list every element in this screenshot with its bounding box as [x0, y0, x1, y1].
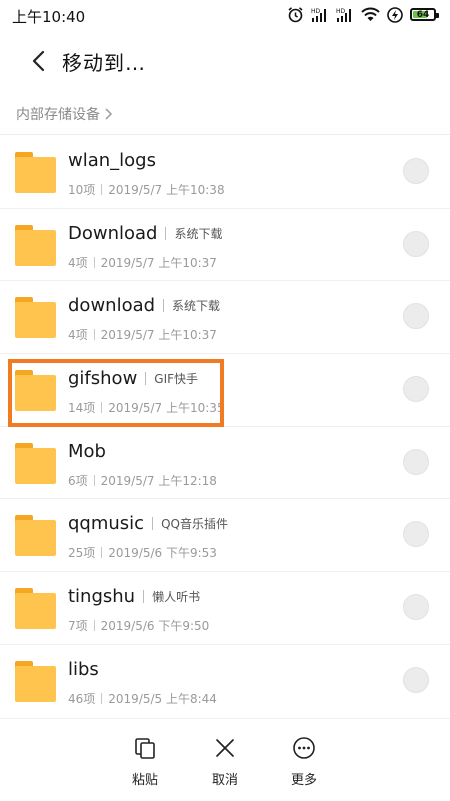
modified-date: 2019/5/7 上午10:37 — [100, 328, 217, 343]
item-count: 46项 — [68, 691, 96, 706]
item-count: 7项 — [68, 619, 88, 634]
header: 移动到… — [0, 36, 450, 86]
battery-level: 64 — [416, 9, 430, 20]
folder-name: gifshow — [68, 368, 138, 390]
modified-date: 2019/5/7 上午10:37 — [100, 255, 217, 270]
folder-row[interactable]: tingshu 懒人听书 7项 2019/5/6 下午9:50 — [0, 572, 450, 645]
divider — [0, 134, 450, 135]
folder-icon — [15, 588, 56, 630]
modified-date: 2019/5/6 下午9:53 — [108, 546, 217, 561]
paste-label: 粘贴 — [131, 773, 158, 788]
folder-icon — [15, 442, 56, 484]
alarm-icon — [287, 6, 304, 23]
select-radio[interactable] — [403, 521, 429, 548]
folder-row[interactable]: wlan_logs 10项 2019/5/7 上午10:38 — [0, 136, 450, 209]
folder-icon — [15, 660, 56, 702]
status-bar: 上午10:40 HD HD 64 — [0, 0, 450, 30]
modified-date: 2019/5/7 上午10:35 — [108, 401, 225, 416]
folder-tag: 系统下载 — [174, 226, 223, 241]
more-label: 更多 — [290, 773, 317, 788]
folder-name: libs — [68, 658, 99, 680]
folder-name: Mob — [68, 440, 106, 462]
bottom-action-bar: 粘贴 取消 更多 — [0, 718, 450, 801]
select-radio[interactable] — [403, 158, 429, 184]
folder-row[interactable]: download 系统下载 4项 2019/5/7 上午10:37 — [0, 281, 450, 355]
cancel-button[interactable]: 取消 — [195, 735, 255, 788]
chevron-right-icon — [104, 107, 113, 121]
back-button[interactable] — [18, 41, 58, 81]
folder-tag: 系统下载 — [172, 299, 221, 314]
folder-icon — [15, 370, 56, 412]
svg-text:HD: HD — [311, 8, 321, 15]
battery-icon: 64 — [410, 8, 439, 21]
folder-row[interactable]: libs 46项 2019/5/5 上午8:44 — [0, 645, 450, 718]
select-radio[interactable] — [403, 666, 429, 693]
folder-row[interactable]: gifshow GIF快手 14项 2019/5/7 上午10:35 — [0, 354, 450, 427]
folder-row[interactable]: Download 系统下载 4项 2019/5/7 上午10:37 — [0, 209, 450, 282]
modified-date: 2019/5/7 上午10:38 — [108, 183, 225, 197]
charging-icon — [387, 6, 403, 23]
item-count: 25项 — [68, 546, 96, 561]
more-icon — [291, 735, 317, 761]
svg-text:HD: HD — [336, 8, 346, 15]
select-radio[interactable] — [403, 230, 429, 257]
select-radio[interactable] — [403, 303, 429, 330]
item-count: 4项 — [68, 328, 88, 343]
folder-icon — [15, 297, 56, 339]
folder-tag: QQ音乐插件 — [161, 517, 228, 532]
item-count: 10项 — [68, 183, 96, 197]
item-count: 14项 — [68, 401, 96, 416]
hd-signal-icon-2: HD — [336, 7, 354, 23]
select-radio[interactable] — [403, 376, 429, 403]
folder-tag: 懒人听书 — [152, 590, 201, 605]
status-icons: HD HD 64 — [287, 6, 439, 23]
breadcrumb-label: 内部存储设备 — [16, 107, 100, 123]
cancel-label: 取消 — [211, 773, 238, 788]
page-title: 移动到… — [62, 50, 146, 75]
folder-icon — [15, 515, 56, 557]
status-time: 上午10:40 — [12, 8, 86, 26]
paste-icon — [132, 735, 158, 761]
modified-date: 2019/5/5 上午8:44 — [108, 691, 217, 706]
breadcrumb[interactable]: 内部存储设备 — [16, 104, 113, 124]
paste-button[interactable]: 粘贴 — [115, 735, 175, 788]
folder-icon — [15, 224, 56, 266]
wifi-icon — [361, 7, 380, 22]
folder-list: wlan_logs 10项 2019/5/7 上午10:38 Download … — [0, 136, 450, 718]
select-radio[interactable] — [403, 594, 429, 621]
item-count: 6项 — [68, 473, 88, 488]
select-radio[interactable] — [403, 448, 429, 475]
modified-date: 2019/5/7 上午12:18 — [100, 473, 217, 488]
folder-name: wlan_logs — [68, 150, 156, 171]
folder-tag: GIF快手 — [154, 372, 199, 387]
folder-name: qqmusic — [68, 513, 145, 535]
folder-name: tingshu — [68, 586, 136, 608]
folder-name: download — [68, 295, 156, 317]
close-icon — [212, 735, 238, 761]
hd-signal-icon: HD — [311, 7, 329, 23]
folder-row[interactable]: Mob 6项 2019/5/7 上午12:18 — [0, 427, 450, 500]
back-arrow-icon — [32, 50, 45, 72]
folder-icon — [15, 152, 56, 193]
folder-row[interactable]: qqmusic QQ音乐插件 25项 2019/5/6 下午9:53 — [0, 499, 450, 573]
modified-date: 2019/5/6 下午9:50 — [100, 619, 210, 634]
item-count: 4项 — [68, 255, 88, 270]
more-button[interactable]: 更多 — [274, 735, 334, 788]
folder-name: Download — [68, 222, 158, 244]
